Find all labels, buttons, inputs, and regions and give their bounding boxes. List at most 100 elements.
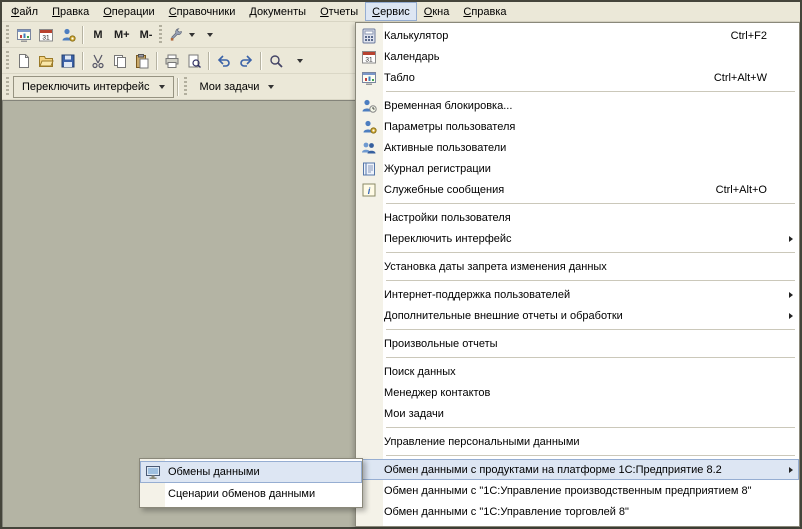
service-menu: КалькуляторCtrl+F231КалендарьТаблоCtrl+A… [355,22,800,527]
empty-icon-slot [361,210,377,226]
menubar-item-отчеты[interactable]: Отчеты [313,2,365,21]
menubar-item-сервис[interactable]: Сервис [365,2,417,21]
memory-recall-button[interactable]: M [87,24,109,46]
menubar-item-операции[interactable]: Операции [96,2,161,21]
menu-separator [386,203,795,204]
tablo-icon [361,70,377,86]
menubar-item-label: Отчеты [320,6,358,18]
menu-item-label: Произвольные отчеты [384,338,498,350]
menubar-item-справочники[interactable]: Справочники [162,2,243,21]
dropdown-caret-icon [297,59,303,63]
menu-item-label: Сценарии обменов данными [168,488,315,500]
menu-item-label: Параметры пользователя [384,121,515,133]
menubar-item-окна[interactable]: Окна [417,2,457,21]
save-button[interactable] [57,50,79,72]
calendar-icon: 31 [361,49,377,65]
toolbar-grip[interactable] [184,77,187,97]
menu-item-shortcut: Ctrl+F2 [731,30,783,42]
print-preview-button[interactable] [183,50,205,72]
menubar-item-файл[interactable]: Файл [4,2,45,21]
toolbar-options-button[interactable] [197,24,219,46]
menu-item[interactable]: Обмен данными с "1С:Управление производс… [356,480,799,501]
menu-item[interactable]: Установка даты запрета изменения данных [356,256,799,277]
menubar-item-правка[interactable]: Правка [45,2,96,21]
undo-button[interactable] [213,50,235,72]
print-button[interactable] [161,50,183,72]
menu-item[interactable]: Поиск данных [356,361,799,382]
menu-item-label: Активные пользователи [384,142,506,154]
menu-item[interactable]: Активные пользователи [356,137,799,158]
menu-item-label: Служебные сообщения [384,184,504,196]
toolbar-grip[interactable] [6,77,9,97]
toolbar-separator [177,78,179,96]
user-settings-button[interactable] [57,24,79,46]
toolbar-options-button[interactable] [287,50,309,72]
menu-item-label: Переключить интерфейс [384,233,512,245]
menu-item[interactable]: Переключить интерфейс [356,228,799,249]
doc-new-icon [16,53,32,69]
menu-item[interactable]: Управление персональными данными [356,431,799,452]
empty-icon-slot [361,504,377,520]
menu-separator [386,455,795,456]
menu-item[interactable]: Произвольные отчеты [356,333,799,354]
my-tasks-button[interactable]: Мои задачи [191,76,284,98]
menu-item-label: Обмен данными с "1С:Управление производс… [384,485,752,497]
tablo-icon [16,27,32,43]
cut-button[interactable] [87,50,109,72]
menu-item[interactable]: iСлужебные сообщенияCtrl+Alt+O [356,179,799,200]
menu-item[interactable]: ТаблоCtrl+Alt+W [356,67,799,88]
dropdown-caret-icon [207,33,213,37]
redo-icon [238,53,254,69]
empty-icon-slot [361,462,377,478]
dropdown-caret-icon [159,85,165,89]
toolbar-separator [208,52,210,70]
menu-item[interactable]: Временная блокировка... [356,95,799,116]
memory-add-button[interactable]: M+ [109,24,135,46]
toolbar-grip[interactable] [6,51,9,71]
menu-item[interactable]: Сценарии обменов данными [140,483,362,505]
menu-item[interactable]: Дополнительные внешние отчеты и обработк… [356,305,799,326]
menu-separator [386,91,795,92]
menu-item-shortcut: Ctrl+Alt+W [714,72,783,84]
menu-item[interactable]: Обмены данными [140,461,362,483]
menu-item-label: Обмен данными с продуктами на платформе … [384,464,722,476]
menu-item[interactable]: Обмен данными с "1С:Управление торговлей… [356,501,799,522]
redo-button[interactable] [235,50,257,72]
menu-item-label: Дополнительные внешние отчеты и обработк… [384,310,623,322]
memory-subtract-button[interactable]: M- [135,24,158,46]
menu-item[interactable]: Параметры пользователя [356,116,799,137]
toolbar-separator [260,52,262,70]
service-tools-button[interactable] [166,24,197,46]
menu-item[interactable]: Настройки пользователя [356,207,799,228]
tablo-button[interactable] [13,24,35,46]
calendar-icon: 31 [38,27,54,43]
copy-button[interactable] [109,50,131,72]
application-window: ФайлПравка Операции СправочникиДокументы От… [0,0,802,529]
empty-icon-slot [361,336,377,352]
menubar-item-label: Операции [103,6,154,18]
menubar-item-справка[interactable]: Справка [456,2,513,21]
empty-icon-slot [361,406,377,422]
submenu-arrow-icon [789,313,793,319]
toolbar-grip[interactable] [159,25,162,45]
menu-item[interactable]: Менеджер контактов [356,382,799,403]
menu-item[interactable]: Интернет-поддержка пользователей [356,284,799,305]
menu-item[interactable]: Обмен данными с продуктами на платформе … [356,459,799,480]
calendar-button[interactable]: 31 [35,24,57,46]
menu-item[interactable]: Мои задачи [356,403,799,424]
menu-item[interactable]: КалькуляторCtrl+F2 [356,25,799,46]
menu-item[interactable]: 31Календарь [356,46,799,67]
toolbar-grip[interactable] [6,25,9,45]
toolbar-separator [82,52,84,70]
menu-item[interactable]: Журнал регистрации [356,158,799,179]
menubar-item-документы[interactable]: Документы [242,2,313,21]
toolbar-separator [156,52,158,70]
menu-item-label: Обмен данными с "1С:Управление торговлей… [384,506,629,518]
calculator-icon [361,28,377,44]
new-document-button[interactable] [13,50,35,72]
switch-interface-button[interactable]: Переключить интерфейс [13,76,174,98]
paste-button[interactable] [131,50,153,72]
monitor-icon [145,464,161,480]
find-button[interactable] [265,50,287,72]
open-button[interactable] [35,50,57,72]
